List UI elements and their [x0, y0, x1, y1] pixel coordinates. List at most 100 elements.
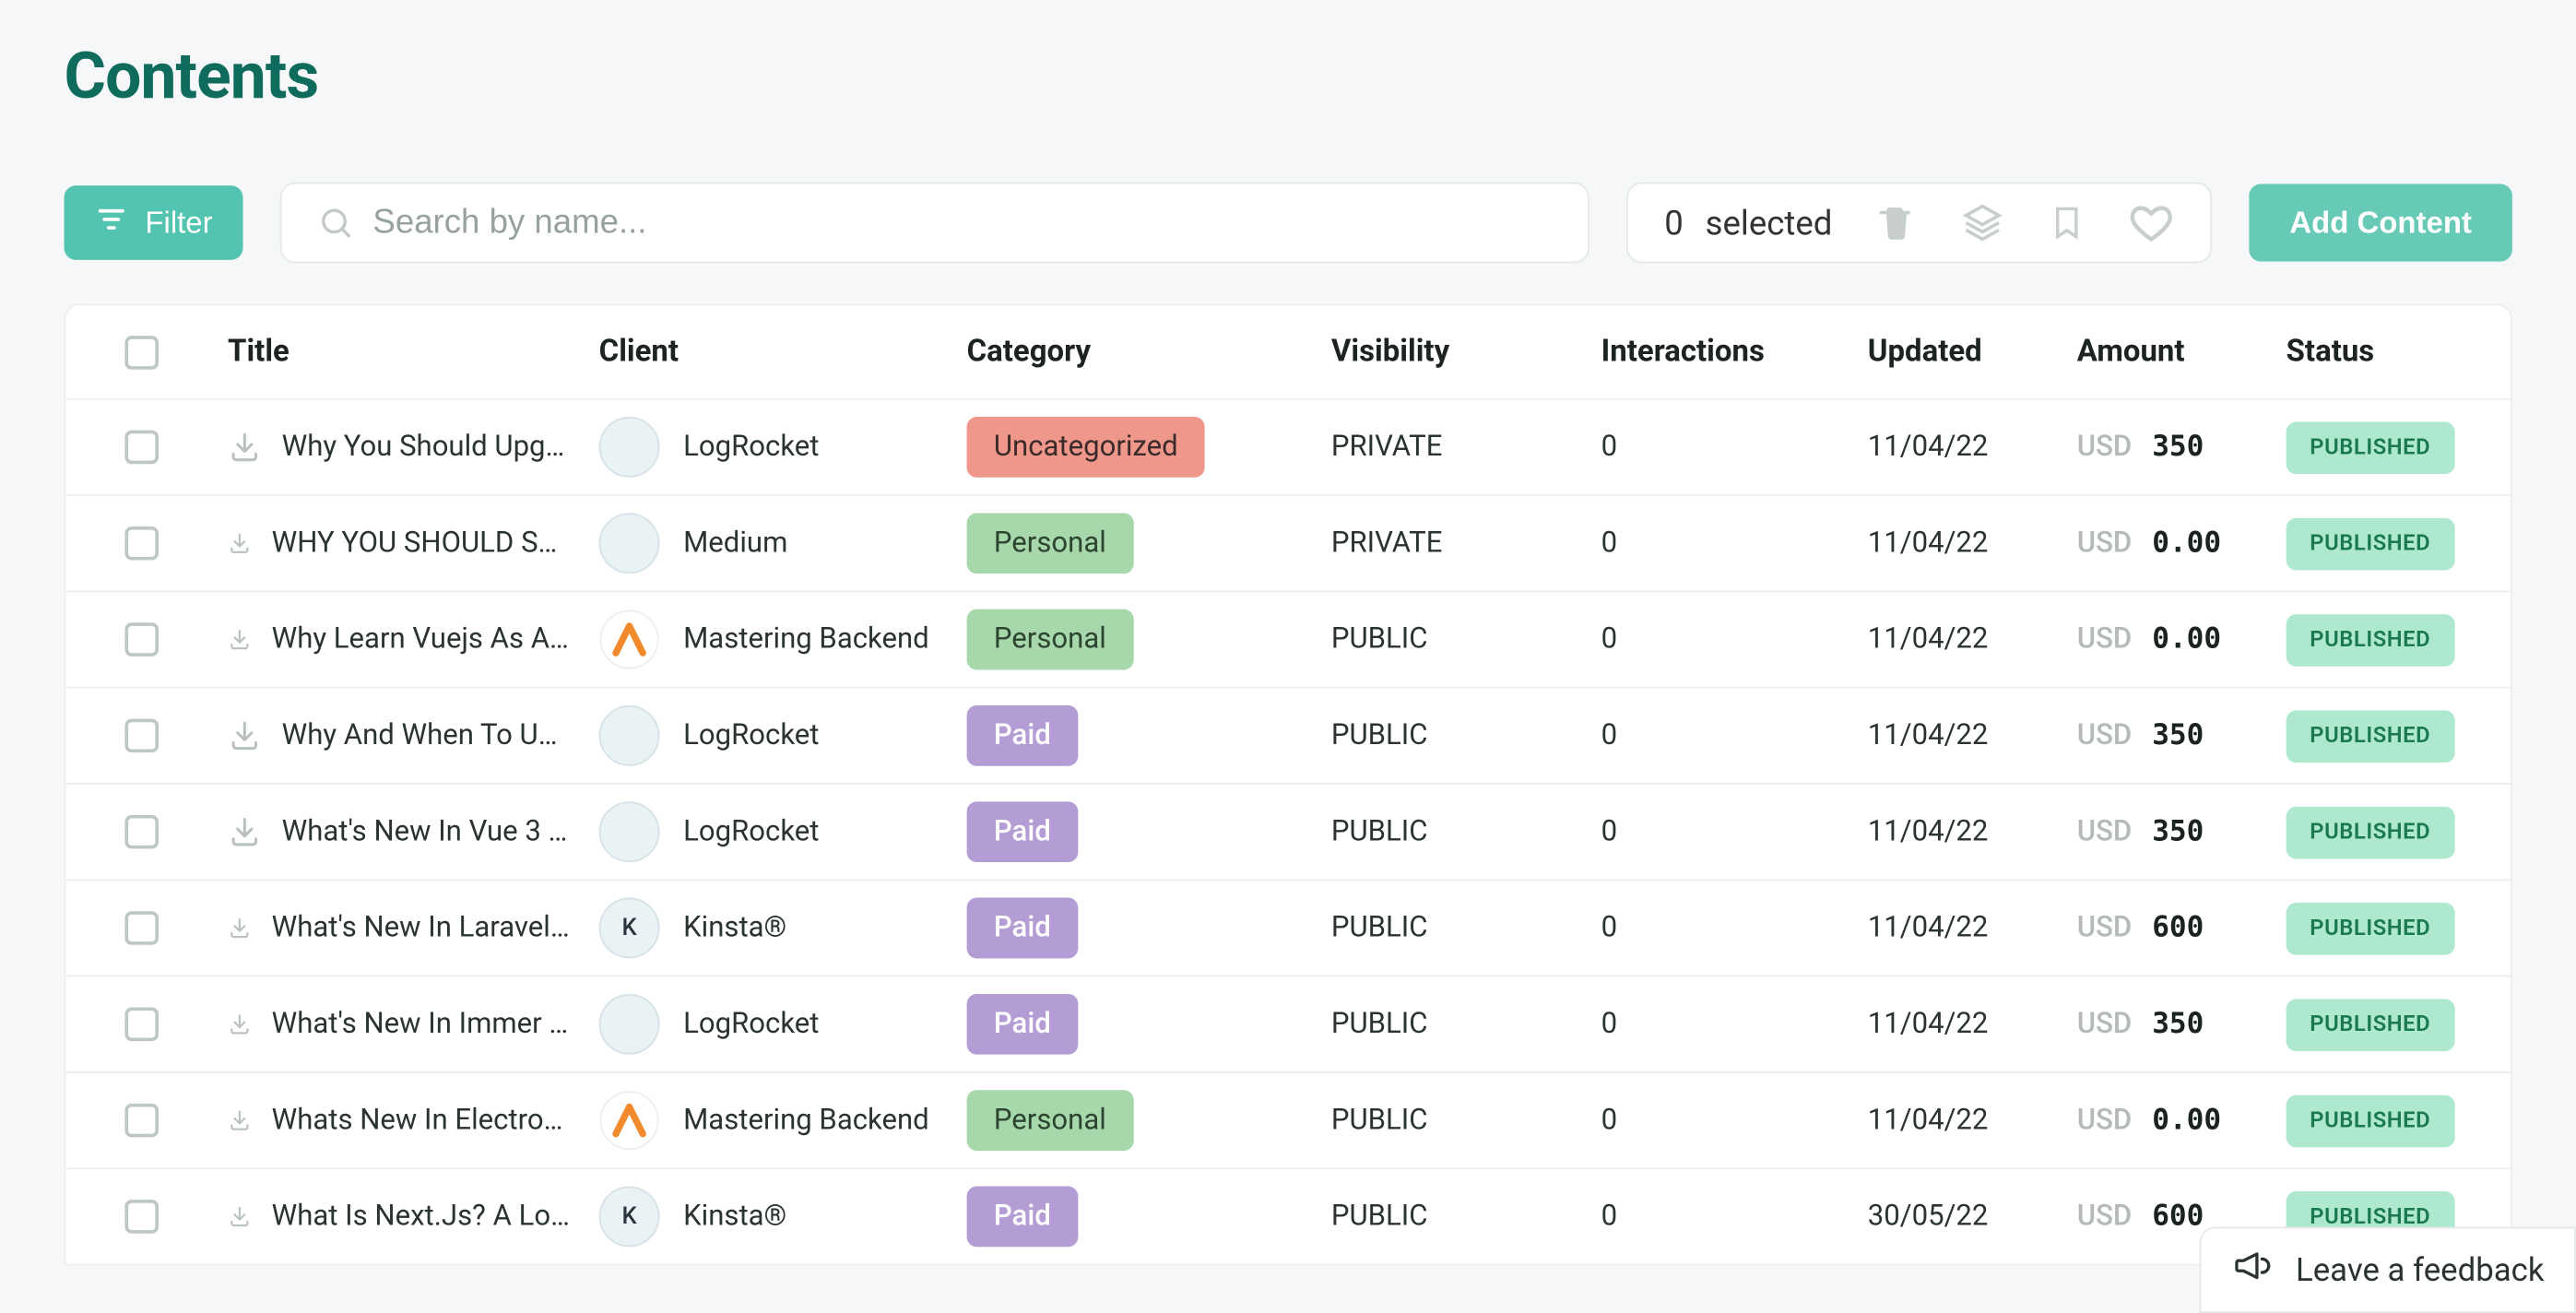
interactions: 0 [1601, 815, 1617, 849]
col-category[interactable]: Category [953, 334, 1318, 369]
row-checkbox[interactable] [124, 526, 159, 561]
bookmark-icon[interactable] [2049, 201, 2086, 245]
amount: 350 [2152, 815, 2204, 849]
status-badge: PUBLISHED [2286, 517, 2454, 570]
client-name: Kinsta® [683, 911, 786, 945]
download-icon[interactable] [228, 431, 262, 465]
visibility: PUBLIC [1331, 815, 1428, 849]
client-name: LogRocket [683, 431, 819, 465]
download-icon[interactable] [228, 628, 252, 652]
col-interactions[interactable]: Interactions [1588, 334, 1854, 369]
table-row[interactable]: Why You Should Upgra... LogRocket Uncate… [65, 400, 2511, 496]
col-status[interactable]: Status [2273, 334, 2512, 369]
select-all-checkbox[interactable] [124, 335, 159, 369]
updated: 30/05/22 [1868, 1200, 1989, 1234]
row-checkbox[interactable] [124, 622, 159, 656]
amount: 350 [2152, 719, 2204, 753]
table-row[interactable]: What's New In Laravel 9: ... K Kinsta® P… [65, 881, 2511, 976]
amount: 350 [2152, 1008, 2204, 1042]
download-icon[interactable] [228, 1108, 252, 1132]
category-badge: Paid [967, 994, 1078, 1055]
category-badge: Paid [967, 705, 1078, 766]
amount: 0.00 [2152, 526, 2221, 561]
category-badge: Uncategorized [967, 417, 1205, 478]
filter-label: Filter [145, 205, 212, 240]
updated: 11/04/22 [1868, 526, 1989, 561]
amount: 350 [2152, 431, 2204, 465]
row-checkbox[interactable] [124, 1200, 159, 1234]
client-avatar [599, 609, 660, 670]
category-badge: Personal [967, 1090, 1134, 1151]
row-title: What's New In Immer 7.... [272, 1008, 573, 1042]
currency: USD [2077, 911, 2133, 945]
row-title: What Is Next.Js? A Look... [272, 1200, 573, 1234]
client-name: Medium [683, 526, 787, 561]
row-title: Whats New In Electronj... [272, 1104, 573, 1138]
selected-suffix: selected [1706, 203, 1833, 243]
selected-count: 0 [1664, 203, 1684, 243]
col-visibility[interactable]: Visibility [1318, 334, 1588, 369]
row-checkbox[interactable] [124, 1104, 159, 1138]
row-title: Why Learn Vuejs As A B... [272, 622, 573, 656]
client-avatar [599, 513, 660, 574]
row-title: WHY YOU SHOULD STO... [272, 526, 573, 561]
feedback-button[interactable]: Leave a feedback [2199, 1227, 2576, 1313]
table-row[interactable]: Why Learn Vuejs As A B... Mastering Back… [65, 592, 2511, 688]
download-icon[interactable] [228, 1205, 252, 1229]
table-header: Title Client Category Visibility Interac… [65, 305, 2511, 399]
contents-table: Title Client Category Visibility Interac… [65, 303, 2512, 1265]
col-amount[interactable]: Amount [2063, 334, 2273, 369]
updated: 11/04/22 [1868, 911, 1989, 945]
table-row[interactable]: Whats New In Electronj... Mastering Back… [65, 1073, 2511, 1169]
table-row[interactable]: What Is Next.Js? A Look... K Kinsta® Pai… [65, 1169, 2511, 1265]
row-checkbox[interactable] [124, 719, 159, 753]
interactions: 0 [1601, 1104, 1617, 1138]
filter-button[interactable]: Filter [65, 185, 243, 260]
search-input[interactable] [280, 183, 1589, 264]
download-icon[interactable] [228, 531, 252, 555]
interactions: 0 [1601, 1200, 1617, 1234]
selection-box: 0 selected [1625, 183, 2212, 264]
interactions: 0 [1601, 719, 1617, 753]
download-icon[interactable] [228, 1012, 252, 1036]
trash-icon[interactable] [1876, 203, 1917, 243]
client-name: Mastering Backend [683, 1104, 929, 1138]
amount: 600 [2152, 911, 2204, 945]
status-badge: PUBLISHED [2286, 998, 2454, 1050]
client-avatar [599, 1090, 660, 1151]
status-badge: PUBLISHED [2286, 902, 2454, 954]
col-client[interactable]: Client [585, 334, 953, 369]
table-row[interactable]: What's New In Vue 3 - ... LogRocket Paid… [65, 785, 2511, 881]
download-icon[interactable] [228, 917, 252, 940]
row-checkbox[interactable] [124, 431, 159, 465]
row-title: Why You Should Upgra... [282, 431, 573, 465]
visibility: PUBLIC [1331, 1200, 1428, 1234]
col-updated[interactable]: Updated [1854, 334, 2063, 369]
currency: USD [2077, 1008, 2133, 1042]
filter-icon [94, 202, 128, 244]
row-title: Why And When To Use... [282, 719, 573, 753]
table-row[interactable]: Why And When To Use... LogRocket Paid PU… [65, 689, 2511, 785]
download-icon[interactable] [228, 719, 262, 753]
row-checkbox[interactable] [124, 815, 159, 849]
updated: 11/04/22 [1868, 815, 1989, 849]
download-icon[interactable] [228, 815, 262, 849]
category-badge: Paid [967, 1186, 1078, 1247]
client-name: Mastering Backend [683, 622, 929, 656]
table-row[interactable]: What's New In Immer 7.... LogRocket Paid… [65, 977, 2511, 1073]
table-row[interactable]: WHY YOU SHOULD STO... Medium Personal PR… [65, 496, 2511, 592]
col-title[interactable]: Title [214, 334, 585, 369]
heart-icon[interactable] [2129, 201, 2173, 245]
currency: USD [2077, 815, 2133, 849]
updated: 11/04/22 [1868, 622, 1989, 656]
visibility: PUBLIC [1331, 622, 1428, 656]
status-badge: PUBLISHED [2286, 613, 2454, 666]
visibility: PRIVATE [1331, 526, 1443, 561]
stack-icon[interactable] [1960, 201, 2004, 245]
row-title: What's New In Vue 3 - ... [282, 815, 573, 849]
client-name: LogRocket [683, 719, 819, 753]
row-checkbox[interactable] [124, 911, 159, 945]
add-content-button[interactable]: Add Content [2249, 183, 2511, 261]
add-content-label: Add Content [2289, 205, 2472, 240]
row-checkbox[interactable] [124, 1008, 159, 1042]
